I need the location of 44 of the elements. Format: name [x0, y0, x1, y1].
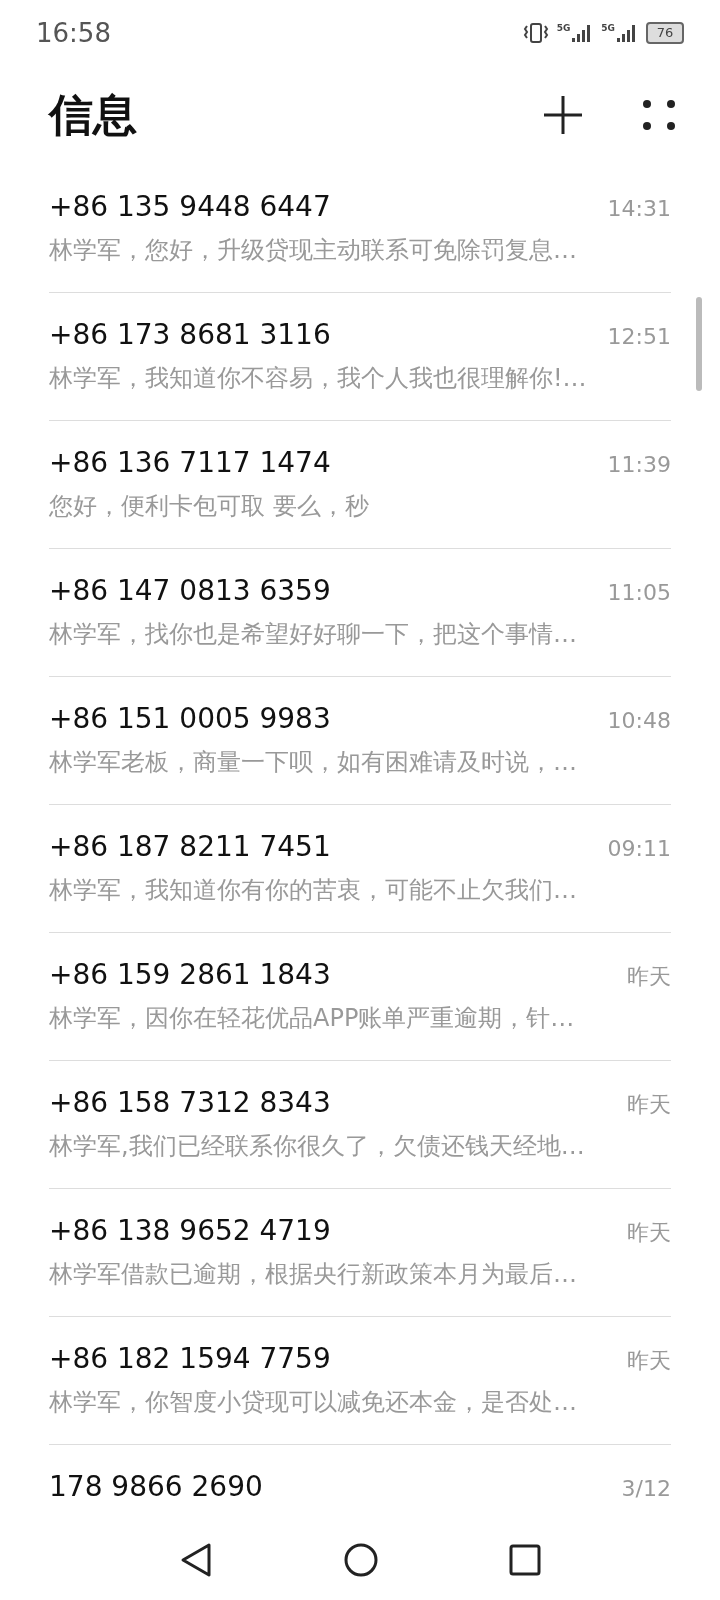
message-time: 11:05 — [607, 580, 671, 605]
message-time: 11:39 — [607, 452, 671, 477]
sender-number[interactable]: +86 159 2861 1843 — [49, 957, 331, 993]
sender-number[interactable]: +86 173 8681 3116 — [49, 317, 331, 353]
message-time: 昨天 — [627, 1091, 671, 1119]
battery-icon: 76 — [646, 21, 684, 44]
message-preview: 林学军,我们已经联系你很久了，欠债还钱天经地… — [49, 1131, 586, 1162]
message-preview: 林学军，你智度小贷现可以减免还本金，是否处… — [49, 1387, 578, 1418]
message-preview: 林学军老板，商量一下呗，如有困难请及时说，… — [49, 747, 578, 778]
home-icon[interactable] — [343, 1542, 379, 1578]
recents-icon[interactable] — [509, 1544, 541, 1576]
sender-number[interactable]: +86 158 7312 8343 — [49, 1085, 331, 1121]
message-preview: 林学军，我知道你不容易，我个人我也很理解你!… — [49, 363, 588, 394]
message-time: 昨天 — [627, 1219, 671, 1247]
message-preview: 林学军，我知道你有你的苦衷，可能不止欠我们… — [49, 875, 578, 906]
vibrate-icon — [522, 21, 549, 44]
sender-number[interactable]: +86 151 0005 9983 — [49, 701, 331, 737]
sender-number[interactable]: +86 135 9448 6447 — [49, 189, 331, 225]
message-time: 14:31 — [607, 196, 671, 221]
sender-number[interactable]: +86 136 7117 1474 — [49, 445, 331, 481]
sender-number[interactable]: +86 147 0813 6359 — [49, 573, 331, 609]
message-preview: 林学军，因你在轻花优品APP账单严重逾期，针… — [49, 1003, 576, 1034]
message-time: 12:51 — [607, 324, 671, 349]
message-preview: 林学军，您好，升级贷现主动联系可免除罚复息… — [49, 235, 578, 266]
sender-number[interactable]: 178 9866 2690 — [49, 1469, 263, 1505]
sender-number[interactable]: +86 138 9652 4719 — [49, 1213, 331, 1249]
network-label: 5G — [556, 22, 571, 33]
sender-number[interactable]: +86 182 1594 7759 — [49, 1341, 331, 1377]
message-preview: 林学军，找你也是希望好好聊一下，把这个事情… — [49, 619, 578, 650]
message-preview: 林学军借款已逾期，根据央行新政策本月为最后… — [49, 1259, 578, 1290]
message-preview: 您好，便利卡包可取 要么，秒 — [49, 491, 370, 522]
back-icon[interactable] — [179, 1542, 213, 1578]
message-time: 10:48 — [607, 708, 671, 733]
network-label: 5G — [601, 22, 615, 33]
message-time: 3/12 — [621, 1476, 671, 1501]
more-icon[interactable] — [642, 98, 676, 132]
status-time: 16:58 — [36, 17, 111, 48]
message-time: 昨天 — [627, 963, 671, 991]
page-title: 信息 — [49, 87, 137, 142]
signal-icon — [616, 22, 638, 43]
sender-number[interactable]: +86 187 8211 7451 — [49, 829, 331, 865]
add-icon[interactable] — [542, 94, 584, 136]
message-time: 昨天 — [627, 1347, 671, 1375]
message-time: 09:11 — [607, 836, 671, 861]
